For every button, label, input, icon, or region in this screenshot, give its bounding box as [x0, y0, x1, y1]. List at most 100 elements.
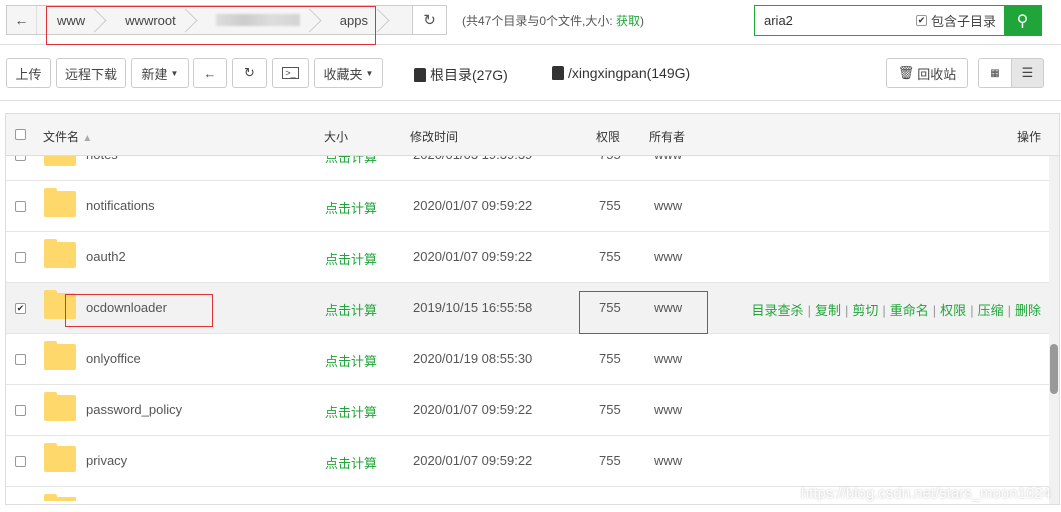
- select-all-checkbox[interactable]: [15, 129, 26, 140]
- terminal-icon: >_: [282, 67, 299, 79]
- owner: www: [654, 249, 683, 264]
- calc-size-link[interactable]: 点击计算: [325, 249, 377, 268]
- modified-time: 2020/01/07 09:59:22: [413, 453, 533, 468]
- disk-xingxingpan[interactable]: /xingxingpan(149G): [552, 65, 690, 81]
- row-checkbox[interactable]: ✔: [15, 303, 26, 314]
- refresh-icon[interactable]: ↻: [412, 6, 446, 34]
- owner: www: [654, 453, 683, 468]
- annotation-box: [46, 6, 376, 45]
- header-mtime[interactable]: 修改时间: [410, 128, 458, 145]
- modified-time: 2020/01/19 08:55:30: [413, 351, 533, 366]
- owner: www: [654, 351, 683, 366]
- get-size-link[interactable]: 获取: [616, 14, 640, 28]
- back-arrow-icon[interactable]: ←: [7, 6, 37, 34]
- row-action-link[interactable]: 重命名: [890, 303, 929, 318]
- favorites-button[interactable]: 收藏夹 ▼: [314, 58, 383, 88]
- table-row[interactable]: oauth2 点击计算 2020/01/07 09:59:22 755 www: [6, 232, 1049, 283]
- grid-view-button[interactable]: ▦: [978, 58, 1012, 88]
- table-row[interactable]: notes 点击计算 2020/01/03 19:39:39 755 www: [6, 156, 1049, 181]
- caret-down-icon: ▼: [170, 68, 179, 78]
- owner: www: [654, 156, 682, 162]
- file-name[interactable]: privacy: [86, 453, 127, 468]
- table-row[interactable]: password_policy 点击计算 2020/01/07 09:59:22…: [6, 385, 1049, 436]
- row-checkbox[interactable]: [15, 405, 26, 416]
- favorites-label: 收藏夹: [323, 66, 363, 82]
- table-row[interactable]: privacy 点击计算 2020/01/07 09:59:22 755 www: [6, 436, 1049, 487]
- search-button[interactable]: ⚲: [1004, 6, 1041, 35]
- permission[interactable]: 755: [599, 351, 621, 366]
- row-checkbox[interactable]: [15, 252, 26, 263]
- permission[interactable]: 755: [599, 402, 621, 417]
- list-icon: ☰: [1021, 65, 1034, 80]
- include-subdir-label: 包含子目录: [930, 14, 996, 29]
- file-name[interactable]: notifications: [86, 198, 155, 213]
- file-rows: notes 点击计算 2020/01/03 19:39:39 755 www n…: [6, 156, 1049, 504]
- row-checkbox[interactable]: [15, 354, 26, 365]
- modified-time: 2020/01/07 09:59:22: [413, 402, 533, 417]
- new-button[interactable]: 新建 ▼: [131, 58, 189, 88]
- calc-size-link[interactable]: 点击计算: [325, 198, 377, 217]
- disk-label: 根目录(27G): [430, 67, 508, 83]
- row-action-link[interactable]: 删除: [1015, 303, 1041, 318]
- back-button[interactable]: ←: [193, 58, 227, 88]
- upload-button[interactable]: 上传: [6, 58, 51, 88]
- row-actions: 目录查杀 | 复制 | 剪切 | 重命名 | 权限 | 压缩 | 删除: [751, 303, 1041, 318]
- modified-time: 2020/01/07 09:59:22: [413, 249, 533, 264]
- watermark: https://blog.csdn.net/stars_moon1024: [800, 485, 1051, 502]
- row-action-link[interactable]: 剪切: [852, 303, 878, 318]
- directory-summary: (共47个目录与0个文件,大小: 获取): [462, 12, 644, 29]
- calc-size-link[interactable]: 点击计算: [325, 351, 377, 370]
- search-input[interactable]: [755, 6, 916, 35]
- table-row[interactable]: notifications 点击计算 2020/01/07 09:59:22 7…: [6, 181, 1049, 232]
- permission[interactable]: 755: [599, 453, 621, 468]
- search-box: ✔包含子目录 ⚲: [754, 5, 1042, 36]
- permission[interactable]: 755: [599, 249, 621, 264]
- disk-icon: [552, 66, 564, 80]
- calc-size-link[interactable]: 点击计算: [325, 402, 377, 421]
- calc-size-link[interactable]: 点击计算: [325, 300, 377, 319]
- folder-icon: [44, 239, 76, 268]
- recycle-bin-button[interactable]: 🗑 回收站: [886, 58, 968, 88]
- header-owner: 所有者: [649, 130, 686, 144]
- checkbox-checked-icon[interactable]: ✔: [915, 15, 927, 26]
- table-header: 文件名 ▲ 大小 修改时间 权限 所有者 操作: [6, 114, 1059, 156]
- permission[interactable]: 755: [599, 156, 621, 162]
- list-view-button[interactable]: ☰: [1011, 58, 1044, 88]
- disk-root[interactable]: 根目录(27G): [414, 65, 508, 85]
- refresh-button[interactable]: ↻: [232, 58, 267, 88]
- folder-icon: [44, 188, 76, 217]
- permission[interactable]: 755: [599, 198, 621, 213]
- row-checkbox[interactable]: [15, 201, 26, 212]
- file-name[interactable]: oauth2: [86, 249, 126, 264]
- file-name[interactable]: notes: [86, 156, 118, 162]
- summary-text: (共47个目录与0个文件,大小:: [462, 14, 613, 28]
- row-action-link[interactable]: 目录查杀: [752, 303, 804, 318]
- terminal-button[interactable]: >_: [272, 58, 309, 88]
- row-action-link[interactable]: 复制: [815, 303, 841, 318]
- row-action-link[interactable]: 权限: [940, 303, 966, 318]
- row-checkbox[interactable]: [15, 456, 26, 467]
- calc-size-link[interactable]: 点击计算: [325, 453, 377, 472]
- modified-time: 2020/01/03 19:39:39: [413, 156, 532, 162]
- folder-icon: [44, 341, 76, 370]
- header-size[interactable]: 大小: [324, 128, 348, 145]
- folder-icon: [44, 494, 76, 501]
- scrollbar[interactable]: [1049, 156, 1059, 504]
- folder-icon: [44, 443, 76, 472]
- file-name[interactable]: password_policy: [86, 402, 182, 417]
- calc-size-link[interactable]: 点击计算: [325, 156, 377, 166]
- table-row[interactable]: onlyoffice 点击计算 2020/01/19 08:55:30 755 …: [6, 334, 1049, 385]
- header-name[interactable]: 文件名 ▲: [43, 128, 92, 145]
- row-checkbox[interactable]: [15, 156, 26, 161]
- row-action-link[interactable]: 压缩: [978, 303, 1004, 318]
- owner: www: [654, 198, 683, 213]
- disk-icon: [414, 68, 426, 82]
- scrollbar-thumb[interactable]: [1050, 344, 1058, 394]
- divider: [0, 100, 1061, 101]
- include-subdir-checkbox[interactable]: ✔ 包含子目录: [915, 6, 1004, 35]
- file-name[interactable]: onlyoffice: [86, 351, 141, 366]
- summary-close: ): [640, 14, 645, 28]
- annotation-box: [579, 291, 708, 334]
- remote-download-button[interactable]: 远程下载: [56, 58, 126, 88]
- annotation-box: [65, 294, 213, 327]
